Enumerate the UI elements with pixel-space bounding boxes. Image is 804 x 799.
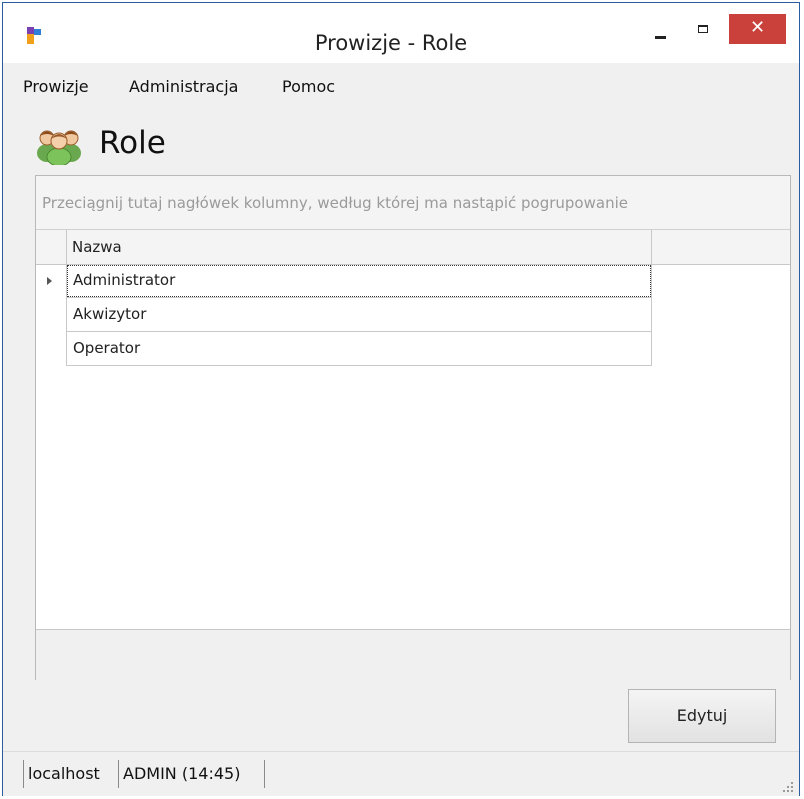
column-header-row: Nazwa bbox=[36, 230, 790, 265]
close-button[interactable]: ✕ bbox=[729, 14, 786, 44]
status-bar: localhost ADMIN (14:45) bbox=[3, 751, 799, 796]
grid-footer bbox=[36, 629, 790, 680]
menu-item-pomoc[interactable]: Pomoc bbox=[282, 77, 335, 96]
page-header: Role bbox=[35, 121, 435, 169]
table-row[interactable]: Administrator bbox=[36, 264, 790, 298]
menu-item-administracja[interactable]: Administracja bbox=[129, 77, 238, 96]
status-server: localhost bbox=[23, 760, 119, 788]
table-cell[interactable]: Operator bbox=[66, 332, 652, 366]
edit-button[interactable]: Edytuj bbox=[628, 689, 776, 743]
table-cell[interactable]: Akwizytor bbox=[66, 298, 652, 332]
table-row[interactable]: Akwizytor bbox=[36, 298, 790, 332]
table-row[interactable]: Operator bbox=[36, 332, 790, 366]
title-bar[interactable]: Prowizje - Role ✕ bbox=[3, 3, 799, 63]
table-cell[interactable]: Administrator bbox=[66, 264, 652, 298]
row-indicator bbox=[36, 298, 66, 332]
group-by-panel[interactable]: Przeciągnij tutaj nagłówek kolumny, wedł… bbox=[36, 176, 790, 230]
close-icon: ✕ bbox=[749, 17, 766, 38]
app-window: Prowizje - Role ✕ Prowizje Administracja… bbox=[2, 2, 800, 796]
current-row-indicator-icon bbox=[36, 264, 66, 298]
users-group-icon bbox=[37, 130, 81, 165]
maximize-button[interactable] bbox=[691, 16, 717, 46]
grid-rows: Administrator Akwizytor Operator bbox=[36, 264, 790, 366]
menu-item-prowizje[interactable]: Prowizje bbox=[23, 77, 89, 96]
row-indicator bbox=[36, 332, 66, 366]
status-user: ADMIN (14:45) bbox=[118, 760, 265, 788]
menu-bar: Prowizje Administracja Pomoc bbox=[3, 63, 799, 107]
window-title: Prowizje - Role bbox=[314, 31, 468, 55]
row-indicator-header bbox=[36, 230, 67, 264]
roles-grid[interactable]: Przeciągnij tutaj nagłówek kolumny, wedł… bbox=[35, 175, 791, 680]
page-title: Role bbox=[99, 125, 166, 161]
resize-grip-icon[interactable] bbox=[781, 780, 793, 792]
column-header-nazwa[interactable]: Nazwa bbox=[66, 230, 652, 264]
minimize-button[interactable] bbox=[649, 16, 671, 46]
